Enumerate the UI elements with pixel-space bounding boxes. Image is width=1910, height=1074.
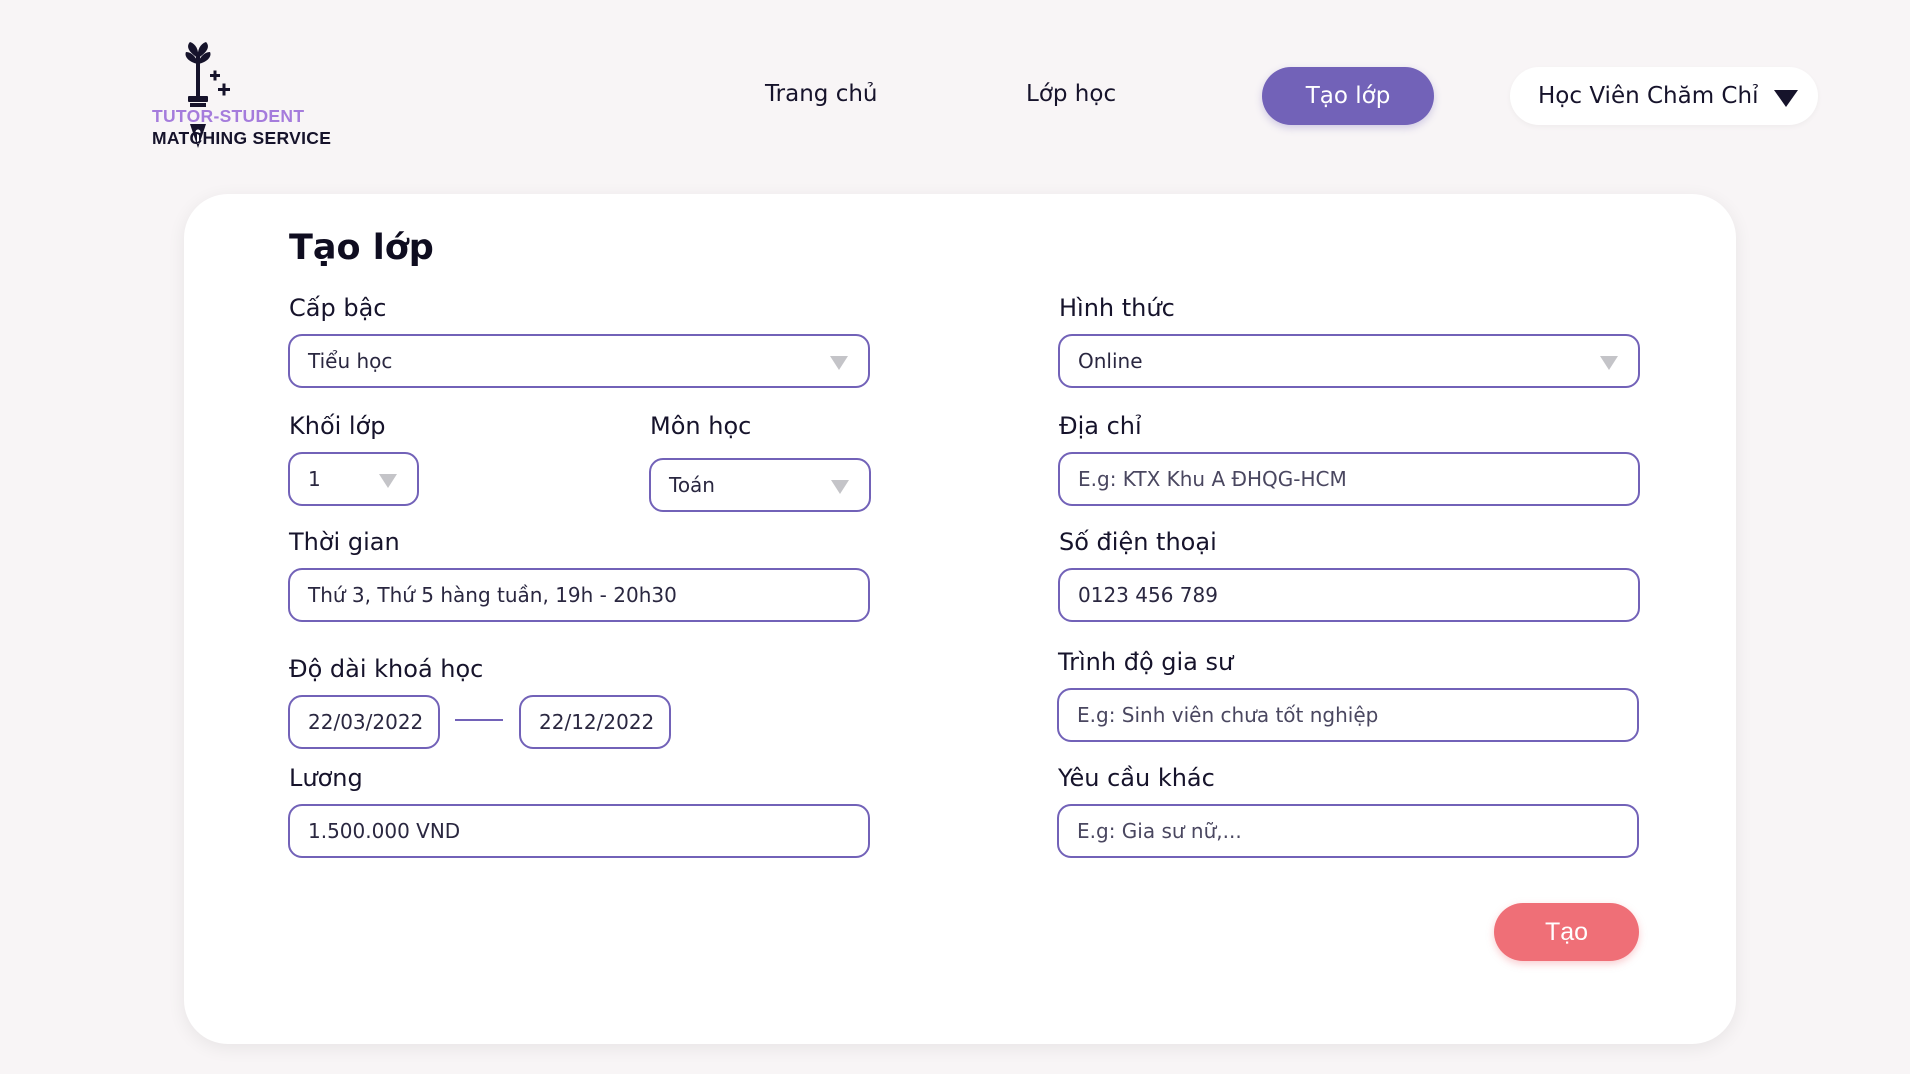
address-placeholder: E.g: KTX Khu A ĐHQG-HCM [1078,467,1347,491]
phone-value: 0123 456 789 [1078,583,1218,607]
brand-name-line1: TUTOR-STUDENT [152,106,305,126]
start-date-value: 22/03/2022 [308,710,424,734]
subject-label: Môn học [650,412,752,440]
page: TUTOR-STUDENT MATCHING SERVICE Trang chủ… [0,0,1910,1074]
triangle-down-icon [831,480,849,494]
other-requirements-input[interactable]: E.g: Gia sư nữ,... [1057,804,1639,858]
level-label: Cấp bậc [289,294,387,322]
grade-select[interactable]: 1 [288,452,419,506]
end-date-input[interactable]: 22/12/2022 [519,695,671,749]
grade-label: Khối lớp [289,412,386,440]
nav-create-class[interactable]: Tạo lớp [1262,67,1434,125]
mode-label: Hình thức [1059,294,1175,322]
duration-label: Độ dài khoá học [289,655,484,683]
phone-input[interactable]: 0123 456 789 [1058,568,1640,622]
user-name: Học Viên Chăm Chỉ [1538,83,1759,109]
nav-home[interactable]: Trang chủ [765,81,878,107]
mode-select[interactable]: Online [1058,334,1640,388]
brand-name-line2: MATCHING SERVICE [152,128,332,148]
subject-value: Toán [669,473,715,497]
salary-value: 1.500.000 VND [308,819,461,843]
mode-value: Online [1078,349,1143,373]
salary-label: Lương [289,764,363,792]
level-value: Tiểu học [308,349,393,373]
create-button[interactable]: Tạo [1494,903,1639,961]
address-input[interactable]: E.g: KTX Khu A ĐHQG-HCM [1058,452,1640,506]
triangle-down-icon [379,474,397,488]
tutor-level-input[interactable]: E.g: Sinh viên chưa tốt nghiệp [1057,688,1639,742]
triangle-down-icon [1600,356,1618,370]
subject-select[interactable]: Toán [649,458,871,512]
tutor-level-label: Trình độ gia sư [1058,648,1234,676]
schedule-input[interactable]: Thứ 3, Thứ 5 hàng tuần, 19h - 20h30 [288,568,870,622]
other-requirements-label: Yêu cầu khác [1058,764,1215,792]
level-select[interactable]: Tiểu học [288,334,870,388]
salary-input[interactable]: 1.500.000 VND [288,804,870,858]
phone-label: Số điện thoại [1059,528,1217,556]
tutor-level-placeholder: E.g: Sinh viên chưa tốt nghiệp [1077,703,1379,727]
schedule-label: Thời gian [289,528,400,556]
nav-classes[interactable]: Lớp học [1026,81,1116,107]
page-title: Tạo lớp [289,228,434,268]
end-date-value: 22/12/2022 [539,710,655,734]
start-date-input[interactable]: 22/03/2022 [288,695,440,749]
brand-logo[interactable]: TUTOR-STUDENT MATCHING SERVICE [152,38,352,158]
date-range-separator [455,719,503,721]
other-requirements-placeholder: E.g: Gia sư nữ,... [1077,819,1242,843]
address-label: Địa chỉ [1059,412,1142,440]
triangle-down-icon [830,356,848,370]
nav-create-class-label: Tạo lớp [1305,83,1391,109]
schedule-value: Thứ 3, Thứ 5 hàng tuần, 19h - 20h30 [308,583,677,607]
caret-down-icon [1774,90,1798,107]
user-menu[interactable]: Học Viên Chăm Chỉ [1510,67,1818,125]
grade-value: 1 [308,467,321,491]
